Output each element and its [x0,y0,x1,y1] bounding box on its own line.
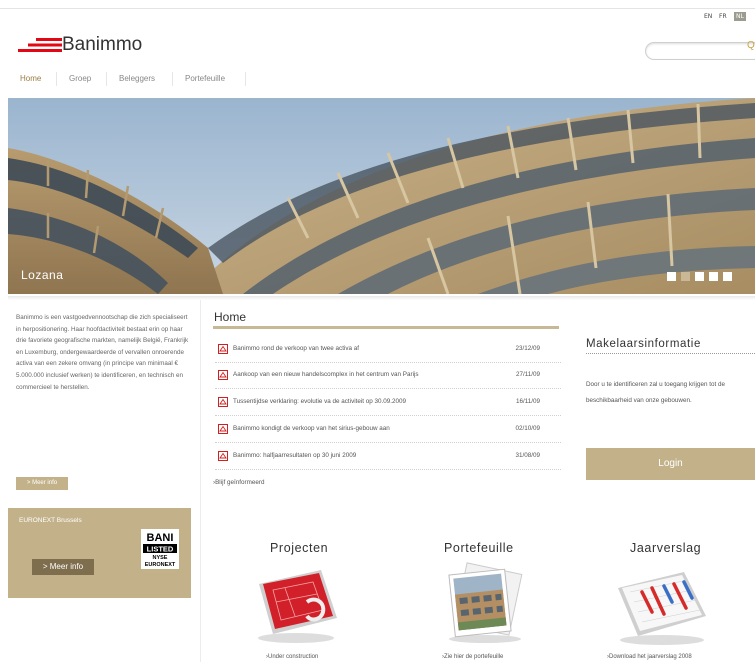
news-date: 27/11/09 [515,371,540,378]
portefeuille-link[interactable]: ›Zie hier de portefeuille [442,654,503,660]
news-item[interactable]: Banimmo kondigt de verkoop van het siriu… [218,424,560,452]
lang-en-link[interactable]: EN [704,12,712,21]
lang-fr-link[interactable]: FR [719,12,727,21]
bani-logo-l1: BANI [147,532,174,544]
pdf-icon [218,451,228,461]
news-separator [215,469,561,470]
section-title-projecten[interactable]: Projecten [270,541,328,555]
jaarverslag-chart-icon[interactable] [612,566,712,646]
nav-separator [106,72,107,86]
nav-beleggers[interactable]: Beleggers [119,74,155,83]
home-title: Home [214,310,247,324]
news-item[interactable]: Aankoop van een nieuw handelscomplex in … [218,370,560,398]
projecten-tablet-icon[interactable] [251,566,341,644]
euronext-title: EURONEXT Brussels [19,517,82,524]
column-divider [200,300,201,662]
slider-dot[interactable] [695,272,704,281]
lang-nl-link[interactable]: NL [734,12,746,21]
news-date: 16/11/09 [515,398,540,405]
hero-shadow [8,296,755,300]
news-item[interactable]: Tussentijdse verklaring: evolutie va de … [218,397,560,425]
news-title[interactable]: Banimmo: halfjaarresultaten op 30 juni 2… [233,452,356,459]
slider-dot[interactable] [667,272,676,281]
nav-home[interactable]: Home [20,74,41,83]
pdf-icon [218,397,228,407]
nav-separator [56,72,57,86]
search-input[interactable] [645,42,755,60]
bani-logo-l2: LISTED [147,545,174,554]
slider-dot-active[interactable] [681,272,690,281]
bani-logo-l4: EURONEXT [145,562,176,568]
top-divider [0,8,755,9]
news-separator [215,362,561,363]
nav-separator [172,72,173,86]
news-title[interactable]: Tussentijdse verklaring: evolutie va de … [233,398,406,405]
news-separator [215,442,561,443]
news-title[interactable]: Banimmo rond de verkoop van twee activa … [233,345,359,352]
news-title[interactable]: Aankoop van een nieuw handelscomplex in … [233,371,419,378]
news-date: 02/10/09 [515,425,540,432]
home-title-rule [213,326,559,329]
news-title[interactable]: Banimmo kondigt de verkoop van het siriu… [233,425,390,432]
pdf-icon [218,344,228,354]
portefeuille-photos-icon[interactable] [440,562,530,644]
makelaars-text: Door u te identificeren zal u toegang kr… [586,381,725,404]
slider-dot[interactable] [709,272,718,281]
banimmo-logo-icon[interactable] [18,38,62,54]
nav-portefeuille[interactable]: Portefeuille [185,74,225,83]
euronext-more-button[interactable]: > Meer info [32,559,94,575]
intro-more-button[interactable]: > Meer info [16,477,68,490]
search-icon[interactable]: Q [747,40,755,51]
pdf-icon [218,424,228,434]
news-item[interactable]: Banimmo: halfjaarresultaten op 30 juni 2… [218,451,560,479]
bani-listed-logo-icon: BANI LISTED NYSE EURONEXT [141,529,179,569]
projecten-link[interactable]: ›Under construction [266,654,318,660]
slider-dot[interactable] [723,272,732,281]
news-date: 23/12/09 [515,345,540,352]
jaarverslag-link[interactable]: ›Download het jaarverslag 2008 [607,654,692,660]
login-button[interactable]: Login [586,448,755,480]
news-separator [215,388,561,389]
stay-informed-link[interactable]: ›Blijf geïnformeerd [213,479,264,486]
nav-groep[interactable]: Groep [69,74,91,83]
hero-caption: Lozana [21,268,64,282]
section-title-portefeuille[interactable]: Portefeuille [444,541,514,555]
news-item[interactable]: Banimmo rond de verkoop van twee activa … [218,344,560,372]
pdf-icon [218,370,228,380]
brand-name[interactable]: Banimmo [62,34,142,56]
section-title-jaarverslag[interactable]: Jaarverslag [630,541,701,555]
news-separator [215,415,561,416]
makelaars-rule [586,353,755,354]
intro-text: Banimmo is een vastgoedvennootschap die … [16,314,189,391]
makelaars-title: Makelaarsinformatie [586,338,701,350]
bani-logo-l3: NYSE [153,555,168,561]
nav-separator [245,72,246,86]
hero-building-image [8,98,755,294]
news-date: 31/08/09 [515,452,540,459]
